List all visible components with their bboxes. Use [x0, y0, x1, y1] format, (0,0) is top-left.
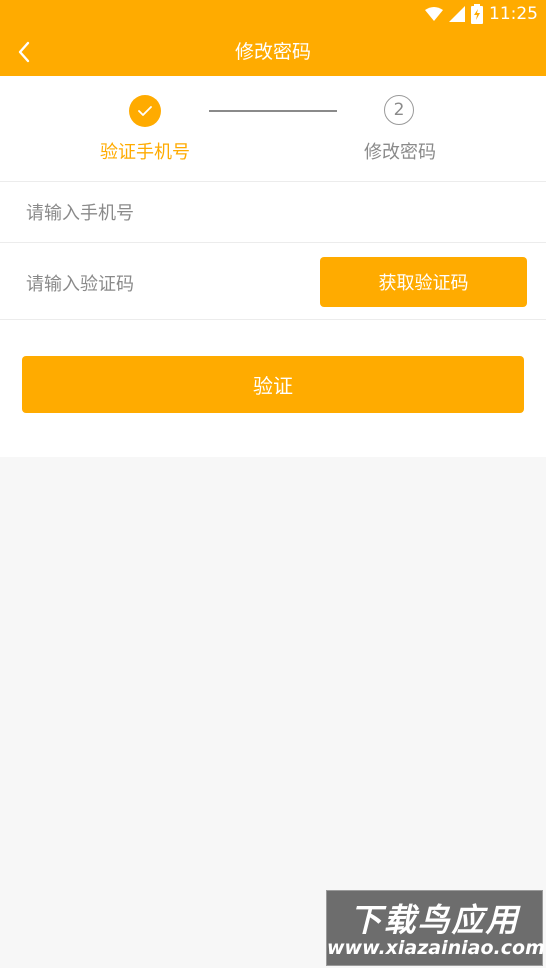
app-bar: 修改密码 [0, 28, 546, 76]
watermark: 下载鸟应用 www.xiazainiao.com [326, 890, 545, 966]
status-bar: 11:25 [0, 0, 546, 28]
battery-charging-icon [471, 4, 483, 24]
verification-code-input[interactable] [26, 271, 296, 297]
cellular-signal-icon [449, 6, 465, 22]
page-title: 修改密码 [234, 41, 311, 63]
check-icon [138, 106, 152, 116]
status-time: 11:25 [489, 4, 538, 24]
phone-input[interactable] [26, 200, 506, 226]
code-row: 获取验证码 [0, 242, 546, 320]
wifi-icon [425, 7, 443, 21]
status-icons: 11:25 [425, 4, 538, 24]
phone-row [0, 181, 546, 242]
step-2-circle: 2 [384, 95, 414, 125]
step-connector [209, 110, 337, 112]
step-1-label: 验证手机号 [100, 142, 190, 163]
watermark-url: www.xiazainiao.com [327, 937, 545, 959]
step-2-number: 2 [393, 100, 405, 120]
step-1-circle [129, 95, 161, 127]
screen: 11:25 修改密码 2 验证手机号 修改密码 请输入手机号 请输入验证码 获取… [0, 0, 546, 968]
verify-button[interactable]: 验证 [22, 356, 524, 413]
step-indicator: 2 验证手机号 修改密码 [0, 76, 546, 181]
form-panel: 2 验证手机号 修改密码 获取验证码 验证 [0, 76, 546, 457]
step-2-label: 修改密码 [364, 142, 436, 163]
get-code-button[interactable]: 获取验证码 [320, 257, 527, 307]
watermark-title: 下载鸟应用 [349, 901, 520, 939]
